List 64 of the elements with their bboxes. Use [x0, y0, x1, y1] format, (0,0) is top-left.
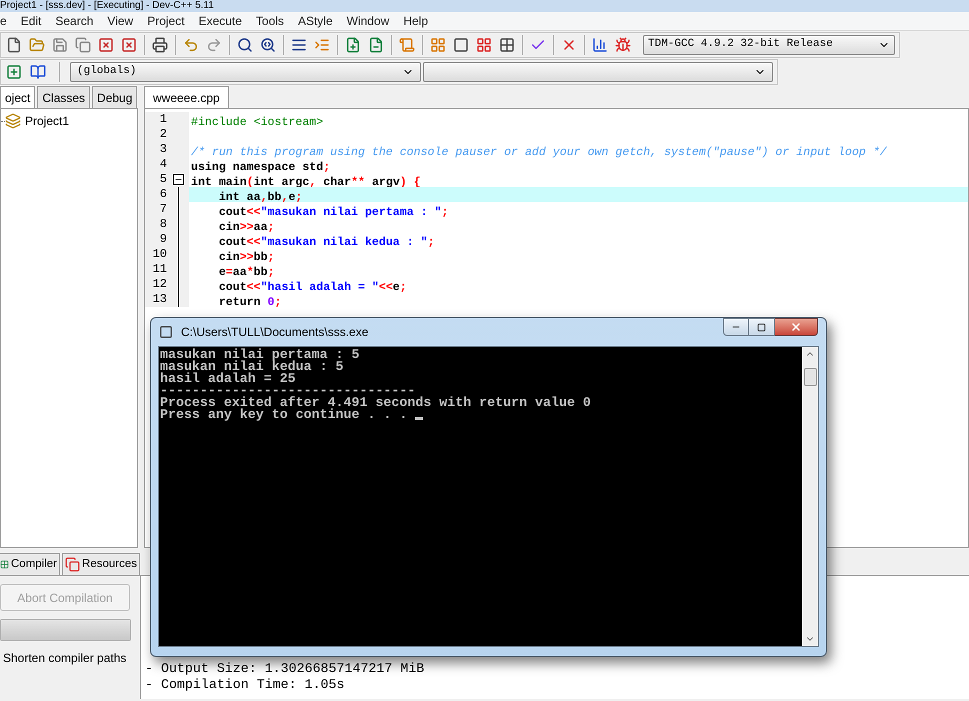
minimize-button[interactable]	[723, 318, 749, 336]
line-number: 13	[152, 292, 167, 307]
console-line: masukan nilai pertama : 5	[160, 349, 360, 361]
scroll-thumb[interactable]	[804, 368, 816, 386]
maximize-icon	[757, 322, 766, 332]
menu-item[interactable]: Project	[141, 12, 191, 30]
line-number: 3	[158, 142, 167, 157]
text-cursor	[415, 417, 424, 420]
line-number: 6	[158, 187, 167, 202]
line-number: 4	[158, 157, 167, 172]
console-title: C:\Users\TULL\Documents\sss.exe	[181, 324, 368, 341]
tab[interactable]: Debug	[92, 86, 138, 108]
console-line: hasil adalah = 25	[160, 373, 296, 385]
scope-dropdown[interactable]: (globals)	[70, 62, 421, 82]
line-number: 5	[158, 172, 167, 187]
line-number: 1	[158, 112, 167, 127]
code-line: #include <iostream>	[191, 116, 324, 129]
tab[interactable]: Classes	[37, 86, 90, 108]
tree-item[interactable]: Project1	[25, 112, 70, 130]
menu-item[interactable]: Execute	[192, 12, 248, 30]
line-number: 7	[158, 202, 167, 217]
menu-item[interactable]: View	[101, 12, 140, 30]
line-number: 10	[152, 247, 167, 262]
line-number: 8	[158, 217, 167, 232]
code-line: using namespace std;	[191, 161, 330, 174]
window-title: Project1 - [sss.dev] - [Executing] - Dev-C++ 5.11	[0, 0, 214, 12]
code-line: cout<<"masukan nilai pertama : ";	[218, 206, 448, 219]
console-line: Press any key to continue . . .	[160, 409, 408, 421]
log-line: - Compilation Time: 1.05s	[145, 677, 346, 693]
line-number: 2	[158, 127, 167, 142]
menu-item[interactable]: Help	[397, 12, 434, 30]
maximize-button[interactable]	[749, 318, 775, 336]
file-tab[interactable]: wweeee.cpp	[144, 86, 229, 108]
log-line: - Output Size: 1.30266857147217 MiB	[145, 661, 426, 677]
code-line: cin>>bb;	[218, 251, 275, 264]
scrollbar[interactable]	[802, 347, 818, 646]
menu-item[interactable]: Tools	[250, 12, 290, 30]
line-number: 12	[152, 277, 167, 292]
code-line: cin>>aa;	[218, 221, 275, 234]
code-line: e=aa*bb;	[218, 266, 275, 279]
tab[interactable]: Resources	[62, 553, 140, 575]
menu-item[interactable]: Window	[340, 12, 396, 30]
menu-item[interactable]: Edit	[14, 12, 48, 30]
shorten-paths-label[interactable]: Shorten compiler paths	[3, 649, 138, 667]
code-line: cout<<"masukan nilai kedua : ";	[218, 236, 435, 249]
member-dropdown[interactable]	[423, 62, 773, 82]
line-number: 9	[158, 232, 167, 247]
close-button[interactable]	[775, 318, 818, 336]
menu-item[interactable]: e	[0, 12, 13, 30]
menu-item[interactable]: Search	[49, 12, 100, 30]
fold-toggle[interactable]	[172, 174, 184, 185]
close-icon	[790, 321, 802, 333]
compiler-dropdown[interactable]: TDM-GCC 4.9.2 32-bit Release	[643, 34, 895, 54]
code-line: /* run this program using the console pauser or add your own getch, system("pause") or input loop */	[191, 146, 887, 159]
menu-item[interactable]: AStyle	[292, 12, 339, 30]
console-line: masukan nilai kedua : 5	[160, 361, 344, 373]
console-line: Process exited after 4.491 seconds with return value 0	[160, 397, 591, 409]
code-line: return 0;	[218, 296, 282, 309]
console-line: --------------------------------	[160, 385, 416, 397]
tab[interactable]: oject	[0, 86, 36, 108]
code-line: int aa,bb,e;	[218, 191, 302, 204]
tab[interactable]: Compiler	[0, 553, 60, 575]
code-line: cout<<"hasil adalah = "<<e;	[218, 281, 407, 294]
line-number: 11	[152, 262, 167, 277]
